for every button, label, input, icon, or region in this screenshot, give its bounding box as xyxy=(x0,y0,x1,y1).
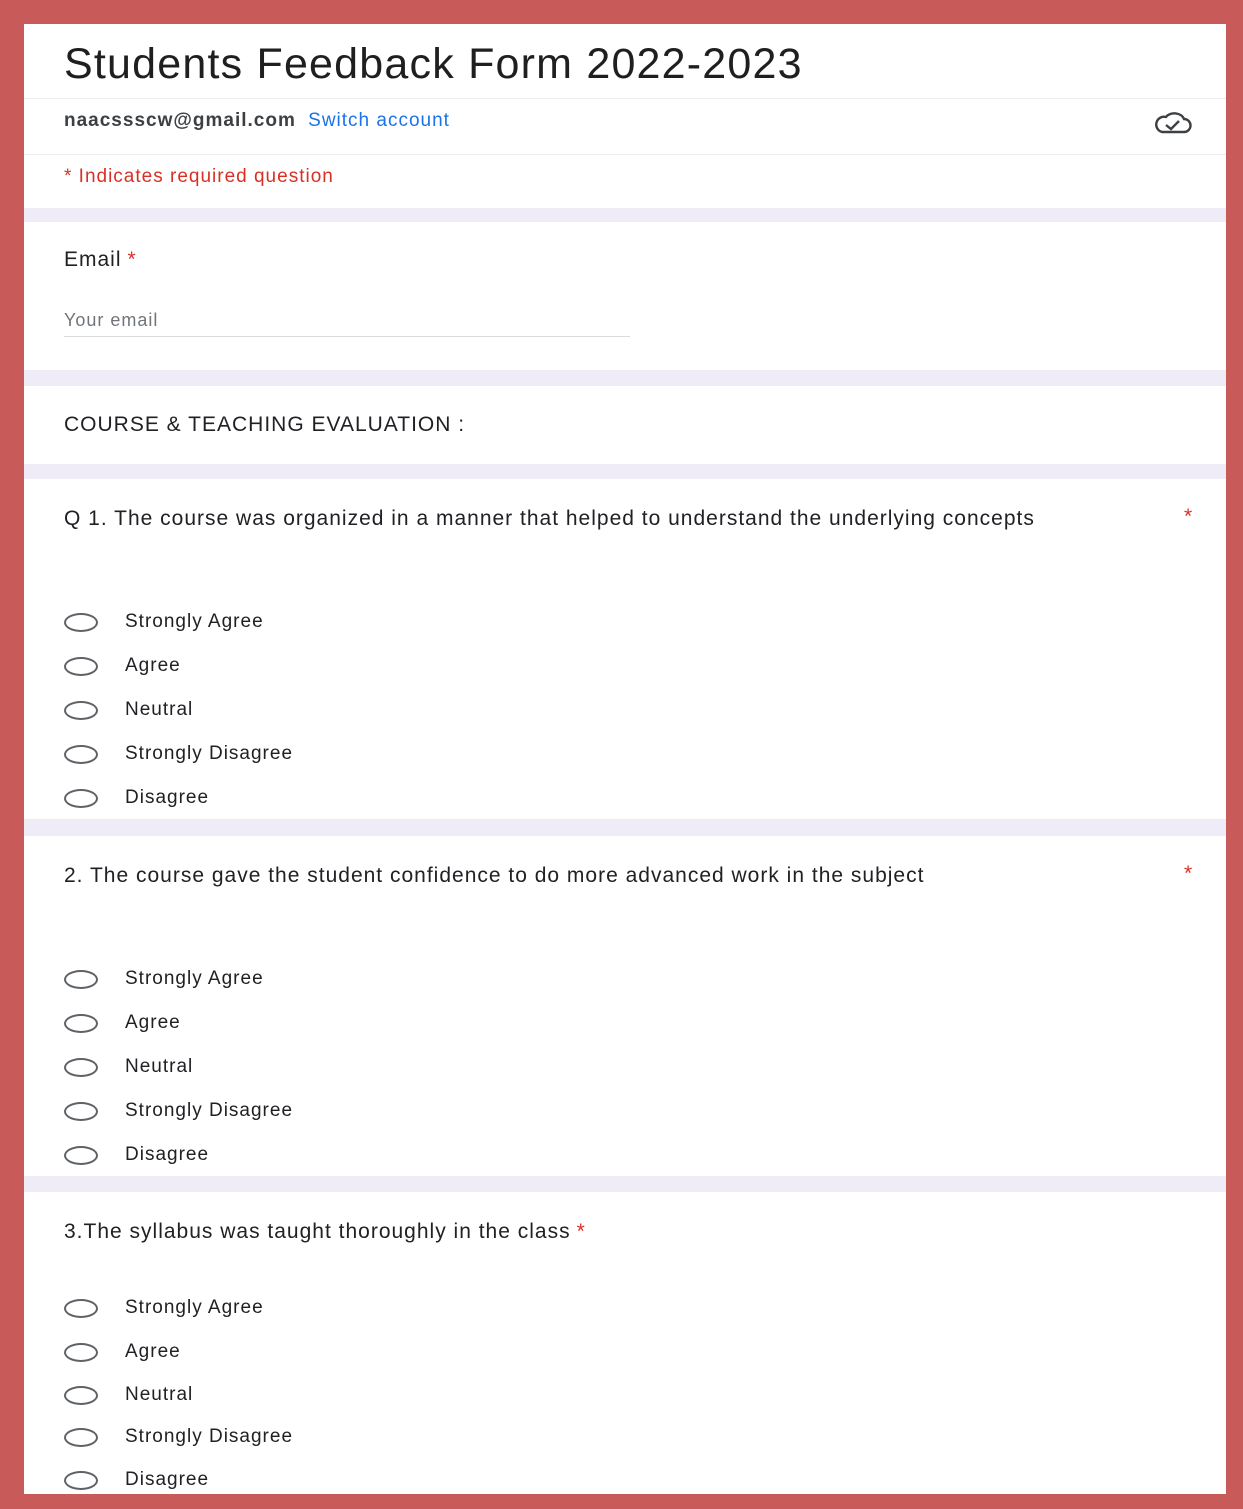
option-label: Agree xyxy=(125,1341,181,1362)
option-label: Strongly Agree xyxy=(125,611,264,632)
account-row: naacssscw@gmail.com Switch account xyxy=(64,110,450,132)
section-title: COURSE & TEACHING EVALUATION : xyxy=(64,413,466,436)
option-label: Strongly Disagree xyxy=(125,1426,294,1447)
radio-button[interactable] xyxy=(64,612,98,632)
required-star: * xyxy=(127,248,137,271)
q3-option-strongly-disagree[interactable]: Strongly Disagree xyxy=(64,1424,293,1450)
required-star: * xyxy=(1184,505,1193,528)
question-text-3: 3.The syllabus was taught thoroughly in … xyxy=(64,1218,1134,1245)
email-input[interactable] xyxy=(64,304,630,337)
option-label: Strongly Disagree xyxy=(125,1100,294,1121)
question-card-2: 2. The course gave the student confidenc… xyxy=(24,836,1226,1176)
option-label: Strongly Disagree xyxy=(125,743,294,764)
option-label: Neutral xyxy=(125,699,194,720)
question-text-2: 2. The course gave the student confidenc… xyxy=(64,864,925,887)
account-divider xyxy=(24,154,1226,155)
form-sheet: Students Feedback Form 2022-2023 naacsss… xyxy=(24,24,1226,1494)
radio-button[interactable] xyxy=(64,1427,98,1447)
radio-button[interactable] xyxy=(64,788,98,808)
form-title: Students Feedback Form 2022-2023 xyxy=(64,40,803,88)
q2-option-disagree[interactable]: Disagree xyxy=(64,1142,209,1168)
cloud-saved-icon xyxy=(1155,112,1192,134)
question-text-3-label: 3.The syllabus was taught thoroughly in … xyxy=(64,1220,571,1243)
q3-option-neutral[interactable]: Neutral xyxy=(64,1382,193,1408)
q1-option-strongly-disagree[interactable]: Strongly Disagree xyxy=(64,741,293,767)
radio-button[interactable] xyxy=(64,1470,98,1490)
q1-option-disagree[interactable]: Disagree xyxy=(64,785,209,811)
question-card-1: Q 1. The course was organized in a manne… xyxy=(24,479,1226,819)
radio-button[interactable] xyxy=(64,1342,98,1362)
q2-option-strongly-agree[interactable]: Strongly Agree xyxy=(64,966,264,992)
option-label: Strongly Agree xyxy=(125,968,264,989)
option-label: Neutral xyxy=(125,1384,194,1405)
radio-button[interactable] xyxy=(64,1385,98,1405)
radio-button[interactable] xyxy=(64,1057,98,1077)
option-label: Disagree xyxy=(125,787,210,808)
radio-button[interactable] xyxy=(64,1298,98,1318)
required-star: * xyxy=(576,1220,586,1243)
radio-button[interactable] xyxy=(64,1101,98,1121)
email-label-text: Email xyxy=(64,248,122,271)
q1-option-agree[interactable]: Agree xyxy=(64,653,181,679)
header-divider xyxy=(24,98,1226,99)
option-label: Disagree xyxy=(125,1144,210,1165)
q2-option-agree[interactable]: Agree xyxy=(64,1010,181,1036)
option-label: Disagree xyxy=(125,1469,210,1490)
section-header-card: COURSE & TEACHING EVALUATION : xyxy=(24,386,1226,464)
radio-button[interactable] xyxy=(64,700,98,720)
radio-button[interactable] xyxy=(64,1013,98,1033)
email-question-card: Email * xyxy=(24,222,1226,370)
q1-option-neutral[interactable]: Neutral xyxy=(64,697,193,723)
option-label: Agree xyxy=(125,1012,181,1033)
question-text-1: Q 1. The course was organized in a manne… xyxy=(64,507,1035,530)
q2-option-neutral[interactable]: Neutral xyxy=(64,1054,193,1080)
q3-option-agree[interactable]: Agree xyxy=(64,1339,181,1365)
q2-option-strongly-disagree[interactable]: Strongly Disagree xyxy=(64,1098,293,1124)
question-card-3: 3.The syllabus was taught thoroughly in … xyxy=(24,1192,1226,1494)
radio-button[interactable] xyxy=(64,656,98,676)
email-label: Email * xyxy=(64,248,137,272)
option-label: Strongly Agree xyxy=(125,1297,264,1318)
option-label: Neutral xyxy=(125,1056,194,1077)
required-star: * xyxy=(1184,862,1193,885)
radio-button[interactable] xyxy=(64,1145,98,1165)
account-email: naacssscw@gmail.com xyxy=(64,110,296,131)
q3-option-disagree[interactable]: Disagree xyxy=(64,1467,209,1493)
switch-account-link[interactable]: Switch account xyxy=(308,110,450,131)
radio-button[interactable] xyxy=(64,969,98,989)
option-label: Agree xyxy=(125,655,181,676)
q3-option-strongly-agree[interactable]: Strongly Agree xyxy=(64,1295,264,1321)
q1-option-strongly-agree[interactable]: Strongly Agree xyxy=(64,609,264,635)
required-note: * Indicates required question xyxy=(64,166,334,187)
radio-button[interactable] xyxy=(64,744,98,764)
form-header-card: Students Feedback Form 2022-2023 naacsss… xyxy=(24,24,1226,208)
